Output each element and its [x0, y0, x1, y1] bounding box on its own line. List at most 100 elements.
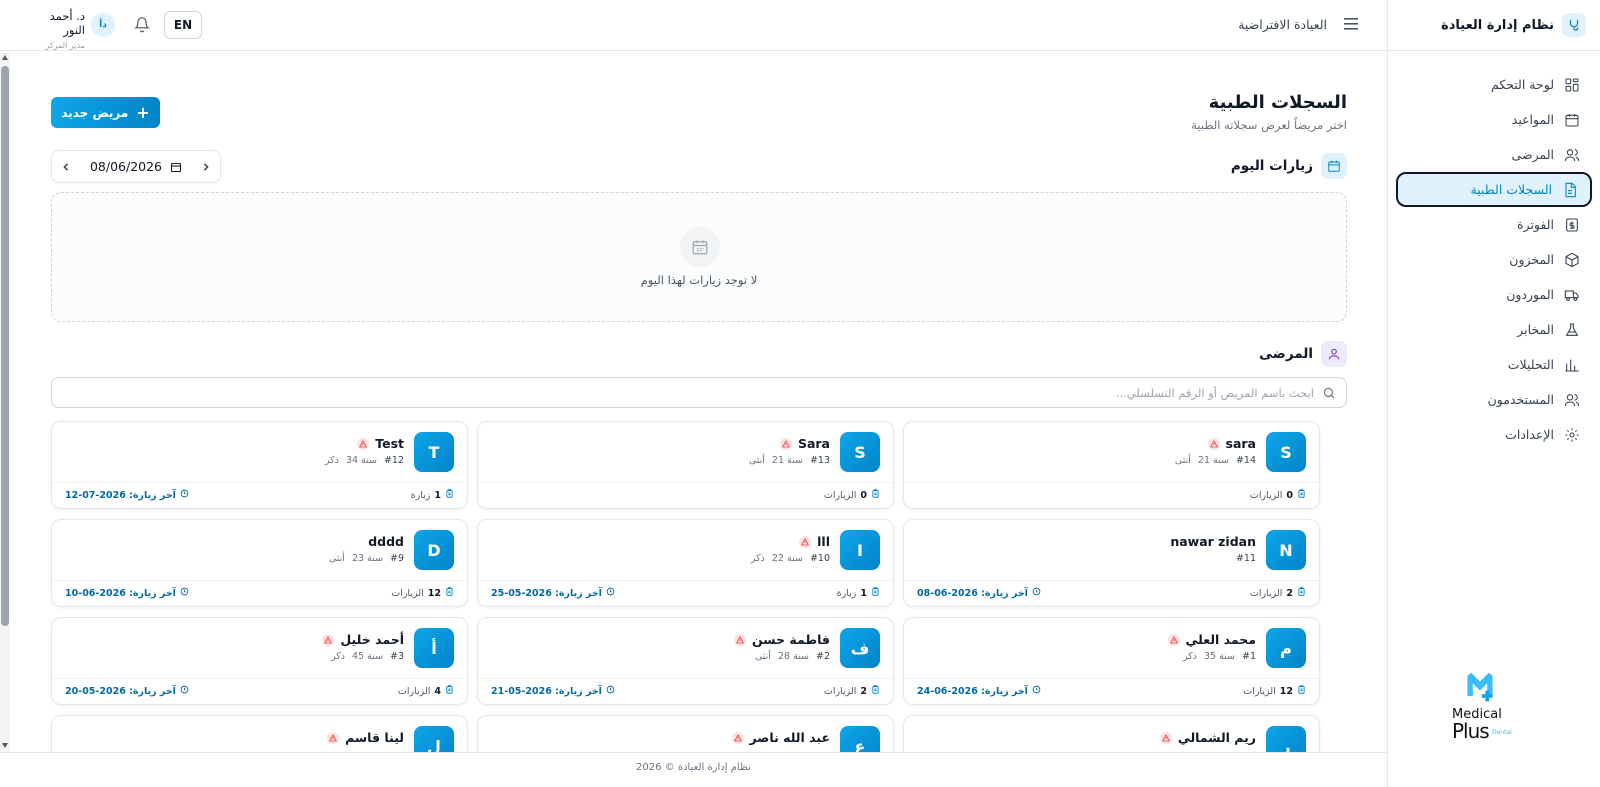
sidebar-item-0[interactable]: لوحة التحكم [1396, 67, 1592, 102]
bell-icon[interactable] [134, 16, 150, 33]
last-visit-text: آخر زيارة: 2026-05-21 [491, 685, 602, 697]
sidebar-item-label: الإعدادات [1505, 427, 1554, 442]
chevron-left-icon[interactable] [62, 162, 70, 171]
patient-card[interactable]: ف فاطمة حسن أنثى 28 سنة #2 الزيارات 2 آخر زيارة… [477, 617, 894, 705]
card-divider [478, 580, 893, 581]
patient-id: #1 [1241, 651, 1256, 662]
brand[interactable]: نظام إدارة العيادة [1388, 0, 1600, 51]
scroll-down-arrow-icon[interactable] [2, 743, 8, 748]
sidebar-item-label: الفوترة [1517, 217, 1554, 232]
visits-title: زيارات اليوم [1230, 158, 1313, 174]
patient-search[interactable] [51, 377, 1347, 408]
logo-text-plus: Plus [1452, 719, 1490, 743]
sidebar-item-label: الموردون [1506, 287, 1554, 302]
visits-number: 2 [1286, 587, 1293, 599]
clipboard-icon [871, 685, 880, 697]
menu-icon[interactable] [1343, 17, 1359, 31]
patient-avatar: ع [840, 726, 880, 752]
alert-triangle-icon [1159, 731, 1172, 744]
patient-meta: أنثى 28 سنة #2 [755, 651, 830, 662]
patient-avatar: S [1266, 432, 1306, 472]
patient-name-row: nawar zidan [1170, 534, 1256, 549]
patient-card[interactable]: S Sara أنثى 21 سنة #13 الزيارات 0 [477, 421, 894, 509]
patient-card[interactable]: م محمد العلي ذكر 35 سنة #1 الزيارات 12 آخر زيار… [903, 617, 1320, 705]
visit-count: زيارة 1 [837, 587, 880, 599]
patient-id: #2 [815, 651, 830, 662]
visit-count: الزيارات 4 [398, 685, 454, 697]
users-icon [1564, 393, 1580, 406]
patient-card[interactable]: ر ريم الشمالي [903, 715, 1320, 752]
plus-icon: + [136, 102, 150, 122]
sidebar-item-10[interactable]: الإعدادات [1396, 417, 1592, 452]
user-info[interactable]: د. أحمد النور مدير المركز [25, 9, 85, 50]
patient-card[interactable]: Nnawar zidan #11 الزيارات 2 آخر زيارة: 2026-… [903, 519, 1320, 607]
alert-triangle-icon [734, 633, 747, 646]
last-visit-text: آخر زيارة: 2026-05-20 [65, 685, 176, 697]
clipboard-icon [445, 685, 454, 697]
patient-card[interactable]: Illl ذكر 22 سنة #10 زيارة 1 آخر زيارة: 2026-05… [477, 519, 894, 607]
patient-name-row: فاطمة حسن [734, 632, 830, 647]
date-value[interactable]: 08/06/2026 [90, 159, 162, 174]
avatar[interactable]: دأ [91, 13, 115, 37]
sidebar-item-label: لوحة التحكم [1490, 77, 1554, 92]
sidebar-item-2[interactable]: المرضى [1396, 137, 1592, 172]
visits-empty-state: لا توجد زيارات لهذا اليوم [51, 192, 1347, 322]
scroll-up-arrow-icon[interactable] [2, 55, 8, 60]
dashboard-icon [1565, 77, 1579, 92]
patient-meta: أنثى 23 سنة #9 [329, 553, 404, 564]
box-icon [1565, 252, 1579, 267]
sidebar-item-4[interactable]: الفوترة [1396, 207, 1592, 242]
patient-name: فاطمة حسن [752, 632, 830, 647]
language-toggle-button[interactable]: EN [164, 11, 202, 39]
medical-plus-logo: Medical Plus Dental [1452, 669, 1532, 747]
patient-name-row: لينا قاسم [327, 730, 404, 745]
topbar: د. أحمد النور مدير المركز دأ EN العيادة … [0, 0, 1387, 51]
visits-number: 12 [427, 587, 441, 599]
visits-number: 2 [860, 685, 867, 697]
clipboard-icon [1297, 587, 1306, 599]
search-input[interactable] [114, 378, 1314, 407]
patient-meta: أنثى 21 سنة #13 [749, 455, 830, 466]
patient-card[interactable]: ع عبد الله ناصر [477, 715, 894, 752]
scroll-thumb[interactable] [1, 66, 9, 626]
calendar-icon [1321, 153, 1347, 179]
file-icon [1565, 182, 1576, 197]
alert-triangle-icon [779, 437, 792, 450]
clinic-name[interactable]: العيادة الافتراضية [1238, 17, 1327, 32]
sidebar-item-3[interactable]: السجلات الطبية [1396, 172, 1592, 207]
app: نظام إدارة العيادة لوحة التحكم المواعيد ال… [0, 0, 1600, 787]
sidebar-item-8[interactable]: التحليلات [1396, 347, 1592, 382]
calendar-picker-icon[interactable] [170, 161, 182, 173]
patient-card[interactable]: Ssara أنثى 21 سنة #14 الزيارات 0 [903, 421, 1320, 509]
patient-card[interactable]: ل لينا قاسم [51, 715, 468, 752]
patient-card[interactable]: أ أحمد خليل ذكر 45 سنة #3 الزيارات 4 آخر زيارة:… [51, 617, 468, 705]
patient-avatar: T [414, 432, 454, 472]
last-visit: آخر زيارة: 2026-06-24 [917, 685, 1041, 697]
new-patient-button[interactable]: مريض جديد + [51, 97, 160, 128]
sidebar-item-9[interactable]: المستخدمون [1396, 382, 1592, 417]
last-visit-text: آخر زيارة: 2026-06-08 [917, 587, 1028, 599]
sidebar: نظام إدارة العيادة لوحة التحكم المواعيد ال… [1387, 0, 1600, 787]
patient-card[interactable]: Ddddd أنثى 23 سنة #9 الزيارات 12 آخر زيارة: 20… [51, 519, 468, 607]
scrollbar[interactable] [0, 52, 10, 752]
last-visit: آخر زيارة: 2026-05-25 [491, 587, 615, 599]
patient-card[interactable]: T Test ذكر 34 سنة #12 زيارة 1 آخر زيارة: 2026-0… [51, 421, 468, 509]
patient-id: #3 [389, 651, 404, 662]
patient-name: ريم الشمالي [1177, 730, 1256, 745]
sidebar-item-7[interactable]: المخابر [1396, 312, 1592, 347]
patient-age: 35 سنة [1203, 651, 1235, 662]
page-title: السجلات الطبية [1208, 92, 1347, 113]
visit-count: الزيارات 0 [1250, 489, 1306, 501]
clipboard-icon [871, 489, 880, 501]
sidebar-item-label: المخزون [1509, 252, 1554, 267]
sidebar-item-6[interactable]: الموردون [1396, 277, 1592, 312]
patient-age: 28 سنة [777, 651, 809, 662]
patient-avatar: N [1266, 530, 1306, 570]
patient-avatar: م [1266, 628, 1306, 668]
patient-meta: ذكر 34 سنة #12 [325, 455, 404, 466]
date-picker[interactable]: 08/06/2026 [51, 150, 221, 183]
sidebar-item-5[interactable]: المخزون [1396, 242, 1592, 277]
sidebar-item-1[interactable]: المواعيد [1396, 102, 1592, 137]
patient-name-row: عبد الله ناصر [731, 730, 830, 745]
chevron-right-icon[interactable] [202, 162, 210, 171]
